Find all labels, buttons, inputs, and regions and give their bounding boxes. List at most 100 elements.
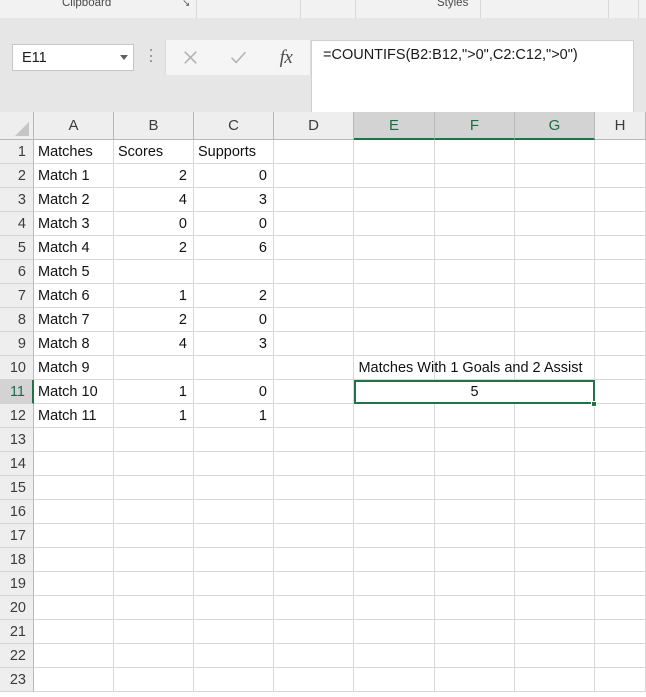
cell-B5[interactable]: 2	[114, 236, 194, 260]
cell-D18[interactable]	[274, 548, 354, 572]
cell-A4[interactable]: Match 3	[34, 212, 114, 236]
cell-F1[interactable]	[435, 140, 515, 164]
cell-A5[interactable]: Match 4	[34, 236, 114, 260]
cell-E5[interactable]	[354, 236, 435, 260]
row-header-2[interactable]: 2	[0, 164, 34, 188]
cell-E18[interactable]	[354, 548, 435, 572]
cell-E9[interactable]	[354, 332, 435, 356]
cell-C10[interactable]	[194, 356, 274, 380]
cell-B10[interactable]	[114, 356, 194, 380]
cell-F2[interactable]	[435, 164, 515, 188]
cell-G10[interactable]	[515, 356, 595, 380]
cell-G13[interactable]	[515, 428, 595, 452]
cell-D15[interactable]	[274, 476, 354, 500]
cell-G17[interactable]	[515, 524, 595, 548]
cell-B9[interactable]: 4	[114, 332, 194, 356]
cell-B8[interactable]: 2	[114, 308, 194, 332]
cell-D13[interactable]	[274, 428, 354, 452]
cell-F9[interactable]	[435, 332, 515, 356]
cell-B19[interactable]	[114, 572, 194, 596]
cell-B1[interactable]: Scores	[114, 140, 194, 164]
cell-A19[interactable]	[34, 572, 114, 596]
cell-E17[interactable]	[354, 524, 435, 548]
cell-E22[interactable]	[354, 644, 435, 668]
cell-A1[interactable]: Matches	[34, 140, 114, 164]
cell-H11[interactable]	[595, 380, 646, 404]
cell-A6[interactable]: Match 5	[34, 260, 114, 284]
row-header-19[interactable]: 19	[0, 572, 34, 596]
cell-D5[interactable]	[274, 236, 354, 260]
cell-D22[interactable]	[274, 644, 354, 668]
cell-G20[interactable]	[515, 596, 595, 620]
cell-H1[interactable]	[595, 140, 646, 164]
cell-H19[interactable]	[595, 572, 646, 596]
cell-H4[interactable]	[595, 212, 646, 236]
cell-A23[interactable]	[34, 668, 114, 692]
cell-F14[interactable]	[435, 452, 515, 476]
column-header-g[interactable]: G	[515, 112, 595, 140]
cell-F20[interactable]	[435, 596, 515, 620]
cell-B3[interactable]: 4	[114, 188, 194, 212]
cell-D7[interactable]	[274, 284, 354, 308]
cell-C11[interactable]: 0	[194, 380, 274, 404]
row-header-20[interactable]: 20	[0, 596, 34, 620]
formula-input[interactable]: =COUNTIFS(B2:B12,">0",C2:C12,">0")	[311, 40, 634, 118]
cell-A13[interactable]	[34, 428, 114, 452]
cell-F21[interactable]	[435, 620, 515, 644]
cell-G9[interactable]	[515, 332, 595, 356]
cell-D4[interactable]	[274, 212, 354, 236]
cell-F5[interactable]	[435, 236, 515, 260]
cell-F18[interactable]	[435, 548, 515, 572]
row-header-9[interactable]: 9	[0, 332, 34, 356]
cell-B20[interactable]	[114, 596, 194, 620]
cell-H18[interactable]	[595, 548, 646, 572]
cell-A20[interactable]	[34, 596, 114, 620]
cell-B18[interactable]	[114, 548, 194, 572]
cell-F8[interactable]	[435, 308, 515, 332]
cell-C14[interactable]	[194, 452, 274, 476]
cell-F3[interactable]	[435, 188, 515, 212]
column-header-b[interactable]: B	[114, 112, 194, 140]
row-header-10[interactable]: 10	[0, 356, 34, 380]
cell-F6[interactable]	[435, 260, 515, 284]
cell-H6[interactable]	[595, 260, 646, 284]
cell-F17[interactable]	[435, 524, 515, 548]
cell-A7[interactable]: Match 6	[34, 284, 114, 308]
cell-D2[interactable]	[274, 164, 354, 188]
cell-B14[interactable]	[114, 452, 194, 476]
cell-C2[interactable]: 0	[194, 164, 274, 188]
cell-B23[interactable]	[114, 668, 194, 692]
cell-E8[interactable]	[354, 308, 435, 332]
cell-E13[interactable]	[354, 428, 435, 452]
cell-H12[interactable]	[595, 404, 646, 428]
cell-A15[interactable]	[34, 476, 114, 500]
cell-G19[interactable]	[515, 572, 595, 596]
cell-H3[interactable]	[595, 188, 646, 212]
cell-D6[interactable]	[274, 260, 354, 284]
cell-C19[interactable]	[194, 572, 274, 596]
cell-H15[interactable]	[595, 476, 646, 500]
cell-G2[interactable]	[515, 164, 595, 188]
cell-E1[interactable]	[354, 140, 435, 164]
cell-F16[interactable]	[435, 500, 515, 524]
insert-function-icon[interactable]: fx	[265, 41, 307, 74]
cell-A22[interactable]	[34, 644, 114, 668]
cell-H20[interactable]	[595, 596, 646, 620]
cell-D9[interactable]	[274, 332, 354, 356]
row-header-11[interactable]: 11	[0, 380, 34, 404]
column-header-e[interactable]: E	[354, 112, 435, 140]
cell-E12[interactable]	[354, 404, 435, 428]
cell-E16[interactable]	[354, 500, 435, 524]
cell-H16[interactable]	[595, 500, 646, 524]
enter-formula-button[interactable]	[217, 41, 259, 74]
cell-C17[interactable]	[194, 524, 274, 548]
cell-C7[interactable]: 2	[194, 284, 274, 308]
cell-G15[interactable]	[515, 476, 595, 500]
row-header-22[interactable]: 22	[0, 644, 34, 668]
cell-G21[interactable]	[515, 620, 595, 644]
cell-D21[interactable]	[274, 620, 354, 644]
cell-D12[interactable]	[274, 404, 354, 428]
cell-H2[interactable]	[595, 164, 646, 188]
cell-D8[interactable]	[274, 308, 354, 332]
row-header-7[interactable]: 7	[0, 284, 34, 308]
